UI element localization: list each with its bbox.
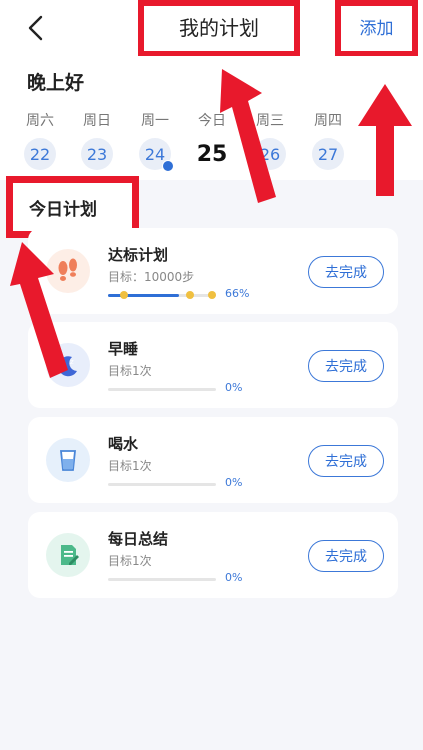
complete-button[interactable]: 去完成 bbox=[308, 256, 384, 288]
checked-badge-icon bbox=[162, 160, 174, 172]
weekday-label: 周四 bbox=[314, 113, 342, 129]
annotation-arrow-icon bbox=[358, 84, 412, 196]
weekday-label: 周一 bbox=[141, 113, 169, 129]
complete-button[interactable]: 去完成 bbox=[308, 540, 384, 572]
annotation-arrow-icon bbox=[10, 242, 68, 378]
complete-button[interactable]: 去完成 bbox=[308, 445, 384, 477]
add-button[interactable]: 添加 bbox=[360, 14, 394, 43]
progress-bar bbox=[108, 578, 216, 581]
complete-button[interactable]: 去完成 bbox=[308, 350, 384, 382]
weekday-label: 周六 bbox=[26, 113, 54, 129]
annotation-arrow-icon bbox=[220, 69, 276, 203]
add-button-highlight[interactable]: 添加 bbox=[335, 0, 418, 57]
plan-card: z 早睡 目标1次 0% 去完成 bbox=[28, 322, 398, 408]
day-item[interactable]: 周四 27 bbox=[308, 110, 348, 170]
plan-card: 每日总结 目标1次 0% 去完成 bbox=[28, 512, 398, 598]
day-item[interactable]: 周日 23 bbox=[77, 110, 117, 170]
progress-percent: 0% bbox=[225, 571, 243, 584]
date-number: 24 bbox=[144, 144, 166, 164]
day-item[interactable]: 周六 22 bbox=[20, 110, 60, 170]
plan-name: 达标计划 bbox=[108, 246, 169, 264]
plan-name: 喝水 bbox=[108, 435, 139, 453]
progress-fill bbox=[108, 294, 180, 297]
progress-percent: 0% bbox=[225, 381, 243, 394]
back-arrow-icon[interactable] bbox=[24, 14, 50, 42]
page-title-highlight: 我的计划 bbox=[138, 0, 300, 57]
plan-name: 每日总结 bbox=[108, 530, 169, 548]
plan-card: 达标计划 目标：10000步 66% 去完成 bbox=[28, 228, 398, 314]
date-circle: 23 bbox=[81, 138, 113, 170]
weekday-label: 周日 bbox=[83, 113, 111, 129]
progress-milestone-dot bbox=[186, 291, 194, 299]
progress-bar bbox=[108, 388, 216, 391]
water-glass-icon bbox=[46, 438, 90, 482]
day-item[interactable]: 周一 24 bbox=[135, 110, 175, 172]
plan-goal: 目标1次 bbox=[108, 459, 152, 473]
progress-percent: 0% bbox=[225, 476, 243, 489]
progress-milestone-dot bbox=[208, 291, 216, 299]
plan-goal: 目标：10000步 bbox=[108, 270, 195, 284]
progress-bar bbox=[108, 291, 216, 299]
date-circle: 24 bbox=[139, 138, 174, 172]
page-title: 我的计划 bbox=[179, 16, 259, 40]
date-circle: 27 bbox=[312, 138, 344, 170]
plan-card: 喝水 目标1次 0% 去完成 bbox=[28, 417, 398, 503]
date-circle: 22 bbox=[24, 138, 56, 170]
greeting-text: 晚上好 bbox=[27, 72, 85, 94]
progress-milestone-dot bbox=[120, 291, 128, 299]
plan-name: 早睡 bbox=[108, 340, 139, 358]
note-edit-icon bbox=[46, 533, 90, 577]
plan-goal: 目标1次 bbox=[108, 364, 152, 378]
progress-percent: 66% bbox=[225, 287, 250, 300]
progress-bar bbox=[108, 483, 216, 486]
plan-goal: 目标1次 bbox=[108, 554, 152, 568]
section-title: 今日计划 bbox=[29, 199, 97, 220]
